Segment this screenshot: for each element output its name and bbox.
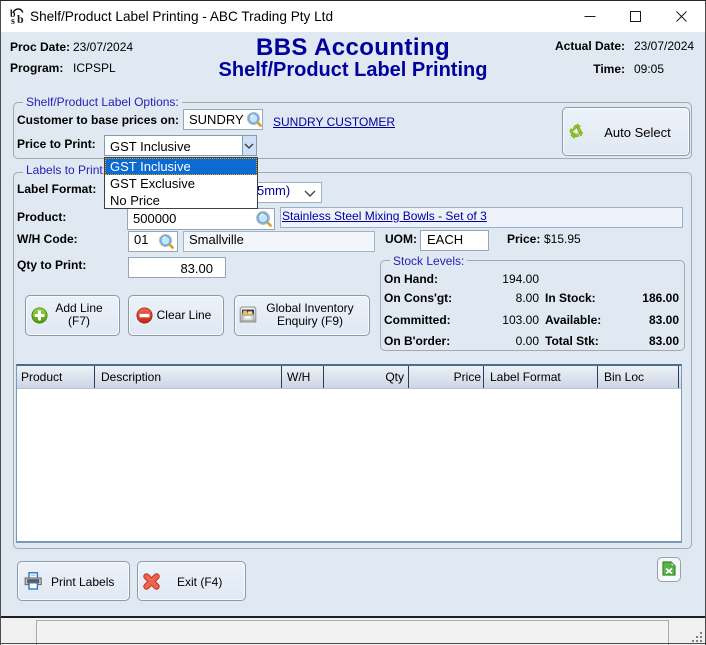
svg-text:b: b bbox=[17, 12, 24, 25]
svg-text:s: s bbox=[11, 16, 15, 25]
